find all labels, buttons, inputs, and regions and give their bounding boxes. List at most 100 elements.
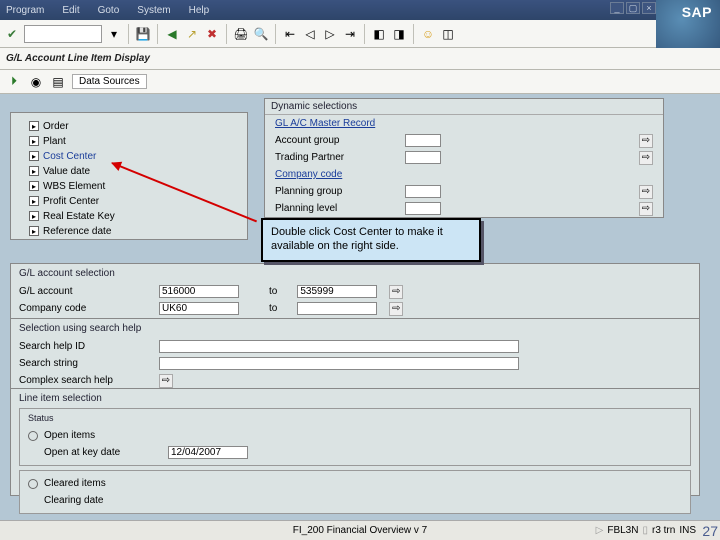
layout-icon[interactable]: ◫ [440,26,456,42]
to-label: to [269,286,277,297]
minimize-icon[interactable]: _ [610,2,624,14]
slide-number: 27 [702,523,718,539]
tree-node-icon[interactable]: ▸ [29,136,39,146]
command-field[interactable] [24,25,102,43]
menu-program[interactable]: Program [6,5,44,16]
search-help-id-input[interactable] [159,340,519,353]
data-sources-button[interactable]: Data Sources [72,74,147,89]
page-title: G/L Account Line Item Display [0,48,720,70]
tree-node-icon[interactable]: ▸ [29,226,39,236]
print-icon[interactable]: 🖨 [233,26,249,42]
multisel-icon[interactable]: ⇨ [389,285,403,299]
cancel-icon[interactable]: ✖ [204,26,220,42]
menu-system[interactable]: System [137,5,170,16]
company-code-label: Company code [19,303,159,314]
planning-group-input[interactable] [405,185,441,198]
search-string-input[interactable] [159,357,519,370]
tree-item[interactable]: WBS Element [43,181,105,192]
tree-item[interactable]: Reference date [43,226,111,237]
menu-goto[interactable]: Goto [98,5,120,16]
dropdown-icon[interactable]: ▾ [106,26,122,42]
multisel-icon[interactable]: ⇨ [389,302,403,316]
multisel-icon[interactable]: ⇨ [639,151,653,165]
to-label: to [269,303,277,314]
tree-item-cost-center[interactable]: Cost Center [43,151,96,162]
close-icon[interactable]: × [642,2,656,14]
logo-area: SAP [656,0,720,48]
find-icon[interactable]: 🔍 [253,26,269,42]
tree-node-icon[interactable]: ▸ [29,121,39,131]
tree-node-icon[interactable]: ▸ [29,151,39,161]
tree-node-icon[interactable]: ▸ [29,196,39,206]
footer-center: FI_200 Financial Overview v 7 [293,525,428,536]
menu-edit[interactable]: Edit [62,5,79,16]
window-controls: _ ▢ × [610,2,656,14]
group-legend: G/L account selection [19,268,691,279]
variant-icon[interactable]: ◉ [28,74,44,90]
multisel-icon[interactable]: ⇨ [639,185,653,199]
complex-search-button[interactable]: ⇨ [159,374,173,388]
dynsel-title: Dynamic selections [265,99,663,115]
tree-item[interactable]: Order [43,121,69,132]
tree-node-icon[interactable]: ▸ [29,166,39,176]
tree-item[interactable]: Profit Center [43,196,99,207]
complex-search-label: Complex search help [19,375,159,386]
session-icon[interactable]: ◧ [371,26,387,42]
maximize-icon[interactable]: ▢ [626,2,640,14]
last-page-icon[interactable]: ⇥ [342,26,358,42]
open-items-label: Open items [44,430,95,441]
multisel-icon[interactable]: ⇨ [639,134,653,148]
gl-account-from-input[interactable]: 516000 [159,285,239,298]
company-code-to-input[interactable] [297,302,377,315]
tree-item[interactable]: Real Estate Key [43,211,115,222]
line-item-selection-group: Line item selection Status Open items Op… [10,388,700,496]
first-page-icon[interactable]: ⇤ [282,26,298,42]
company-code-link[interactable]: Company code [275,169,405,180]
help2-icon[interactable]: ☺ [420,26,436,42]
planning-level-input[interactable] [405,202,441,215]
client: r3 trn [652,525,675,536]
tree-node-icon[interactable]: ▸ [29,181,39,191]
gl-master-record-link[interactable]: GL A/C Master Record [275,118,375,129]
gl-account-label: G/L account [19,286,159,297]
tree-item[interactable]: Value date [43,166,90,177]
next-page-icon[interactable]: ▷ [322,26,338,42]
execute-icon[interactable]: ⏵ [6,74,22,90]
standard-toolbar: ✔ ▾ 💾 ◀ ↗ ✖ 🖨 🔍 ⇤ ◁ ▷ ⇥ ◧ ◨ ☺ ◫ [0,20,720,48]
clearing-date-label: Clearing date [28,495,168,506]
dynsel-icon[interactable]: ▤ [50,74,66,90]
open-date-input[interactable]: 12/04/2007 [168,446,248,459]
menu-help[interactable]: Help [189,5,210,16]
field-list-panel: ▸ Order ▸ Plant ▸ Cost Center ▸ Value date ▸… [10,112,248,240]
tree-item[interactable]: Plant [43,136,66,147]
cleared-items-label: Cleared items [44,478,106,489]
open-date-label: Open at key date [28,447,168,458]
cleared-items-radio[interactable] [28,479,38,489]
open-items-radio[interactable] [28,431,38,441]
save-icon[interactable]: 💾 [135,26,151,42]
back-icon[interactable]: ◀ [164,26,180,42]
multisel-icon[interactable]: ⇨ [639,202,653,216]
prev-page-icon[interactable]: ◁ [302,26,318,42]
group-legend: Line item selection [19,393,691,404]
shortcut-icon[interactable]: ◨ [391,26,407,42]
gl-account-selection-group: G/L account selection G/L account 516000… [10,263,700,326]
search-help-group: Selection using search help Search help … [10,318,700,398]
dynamic-selections-panel: Dynamic selections GL A/C Master Record … [264,98,664,218]
group-legend: Selection using search help [19,323,691,334]
account-group-input[interactable] [405,134,441,147]
company-code-from-input[interactable]: UK60 [159,302,239,315]
exit-icon[interactable]: ↗ [184,26,200,42]
status-bar: FI_200 Financial Overview v 7 ▷ FBL3N ▯ … [0,520,720,540]
tree-node-icon[interactable]: ▸ [29,211,39,221]
gl-account-to-input[interactable]: 535999 [297,285,377,298]
sap-logo: SAP [682,4,712,20]
app-toolbar: ⏵ ◉ ▤ Data Sources [0,70,720,94]
dynsel-label: Account group [275,135,405,146]
enter-icon[interactable]: ✔ [4,26,20,42]
menubar: Program Edit Goto System Help _ ▢ × [0,0,720,20]
dynsel-label: Planning group [275,186,405,197]
status-legend: Status [28,413,682,423]
dynsel-label: Planning level [275,203,405,214]
trading-partner-input[interactable] [405,151,441,164]
